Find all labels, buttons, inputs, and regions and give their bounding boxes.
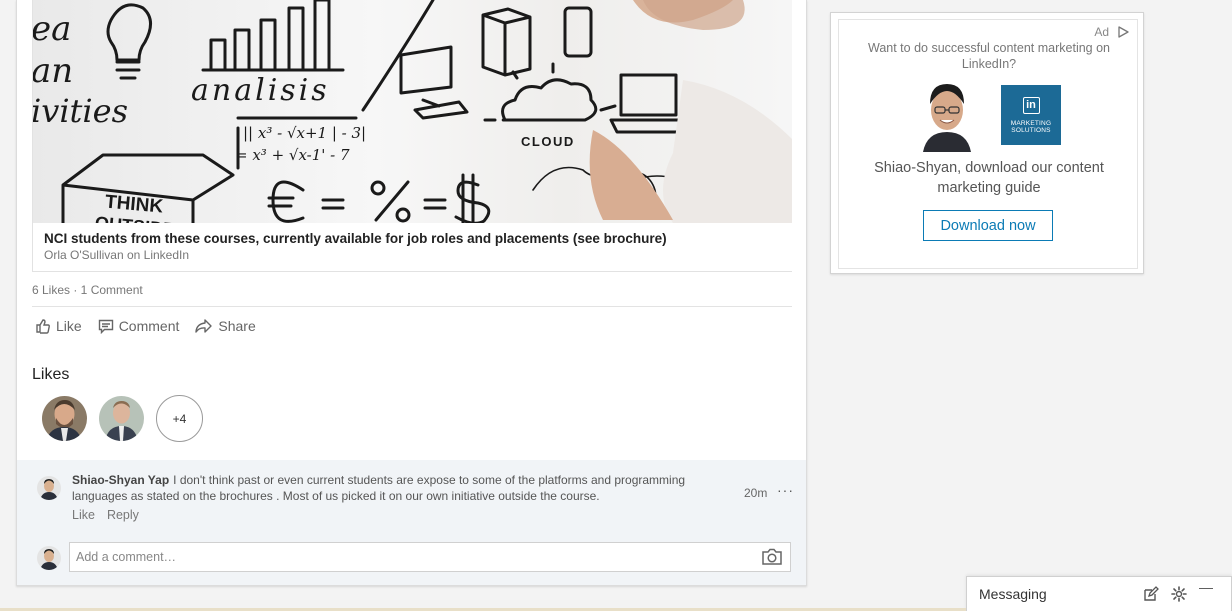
comment-more-menu[interactable]: ···: [777, 482, 794, 498]
compose-icon[interactable]: [1143, 586, 1159, 602]
divider: [32, 306, 792, 307]
svg-text:ivities: ivities: [33, 92, 128, 130]
liker-avatar[interactable]: [42, 396, 87, 441]
article-illustration: ea an ivities analisis || x³ - √x+1 | - …: [33, 0, 792, 223]
more-likers-button[interactable]: +4: [156, 395, 203, 442]
messaging-title[interactable]: Messaging: [979, 586, 1047, 602]
share-button[interactable]: Share: [195, 318, 256, 334]
article-title[interactable]: NCI students from these courses, current…: [44, 231, 781, 246]
linkedin-marketing-logo: in MARKETING SOLUTIONS: [1001, 85, 1061, 145]
share-label: Share: [218, 318, 256, 334]
ad-body-text: Shiao-Shyan, download our content market…: [874, 160, 1104, 196]
shared-article[interactable]: ea an ivities analisis || x³ - √x+1 | - …: [32, 0, 792, 272]
self-avatar: [37, 546, 61, 570]
comment-like-link[interactable]: Like: [72, 508, 95, 522]
commenter-avatar[interactable]: [37, 476, 61, 500]
comment-label: Comment: [118, 318, 180, 334]
comment-icon: [98, 319, 113, 334]
likers-list: +4: [42, 395, 203, 442]
new-comment-row: [37, 542, 797, 574]
post-actions: Like Comment Share: [35, 318, 256, 334]
comment-item: Shiao-Shyan Yap I don't think past or eve…: [37, 472, 797, 532]
feed-post-card: ea an ivities analisis || x³ - √x+1 | - …: [16, 0, 807, 586]
social-counts[interactable]: 6 Likes · 1 Comment: [32, 283, 143, 297]
add-comment-input[interactable]: [69, 542, 791, 572]
comment-actions: Like Reply: [72, 508, 139, 522]
svg-text:an: an: [33, 51, 73, 91]
messaging-bar[interactable]: Messaging —: [966, 576, 1232, 611]
svg-text:ea: ea: [33, 9, 71, 49]
thumbs-up-icon: [36, 319, 50, 334]
article-image[interactable]: ea an ivities analisis || x³ - √x+1 | - …: [33, 0, 792, 223]
svg-text:analisis: analisis: [191, 73, 330, 108]
svg-text:CLOUD: CLOUD: [521, 134, 575, 149]
comments-section: Shiao-Shyan Yap I don't think past or eve…: [17, 460, 806, 585]
ad-choices-icon[interactable]: [1117, 26, 1129, 38]
minimize-icon[interactable]: —: [1199, 579, 1213, 595]
comment-timestamp: 20m: [744, 486, 768, 500]
share-arrow-icon: [195, 319, 213, 333]
gear-icon[interactable]: [1171, 586, 1187, 602]
comment-button[interactable]: Comment: [98, 318, 180, 334]
like-label: Like: [56, 318, 82, 334]
logo-line-1: MARKETING: [1010, 119, 1052, 127]
like-button[interactable]: Like: [35, 318, 82, 334]
comment-author[interactable]: Shiao-Shyan Yap: [72, 473, 169, 487]
svg-text:|| x³ - √x+1 | - 3|: || x³ - √x+1 | - 3|: [243, 124, 366, 142]
liker-avatar[interactable]: [99, 396, 144, 441]
svg-text:= x³ + √x-1' - 7: = x³ + √x-1' - 7: [235, 146, 350, 164]
article-source: Orla O'Sullivan on LinkedIn: [44, 248, 190, 262]
linkedin-icon: in: [1022, 96, 1040, 114]
comment-body: Shiao-Shyan Yap I don't think past or eve…: [72, 472, 712, 504]
article-caption[interactable]: NCI students from these courses, current…: [33, 223, 792, 271]
ad-content: Ad Want to do successful content marketi…: [838, 19, 1138, 269]
download-now-button[interactable]: Download now: [923, 210, 1053, 241]
ad-person-photo: [923, 84, 971, 152]
likes-heading: Likes: [32, 366, 70, 383]
ad-headline: Want to do successful content marketing …: [867, 41, 1111, 71]
ad-label: Ad: [1094, 25, 1109, 39]
ad-card: Ad Want to do successful content marketi…: [830, 12, 1144, 274]
logo-line-2: SOLUTIONS: [1011, 126, 1051, 134]
camera-icon[interactable]: [761, 548, 783, 566]
comment-reply-link[interactable]: Reply: [107, 508, 139, 522]
